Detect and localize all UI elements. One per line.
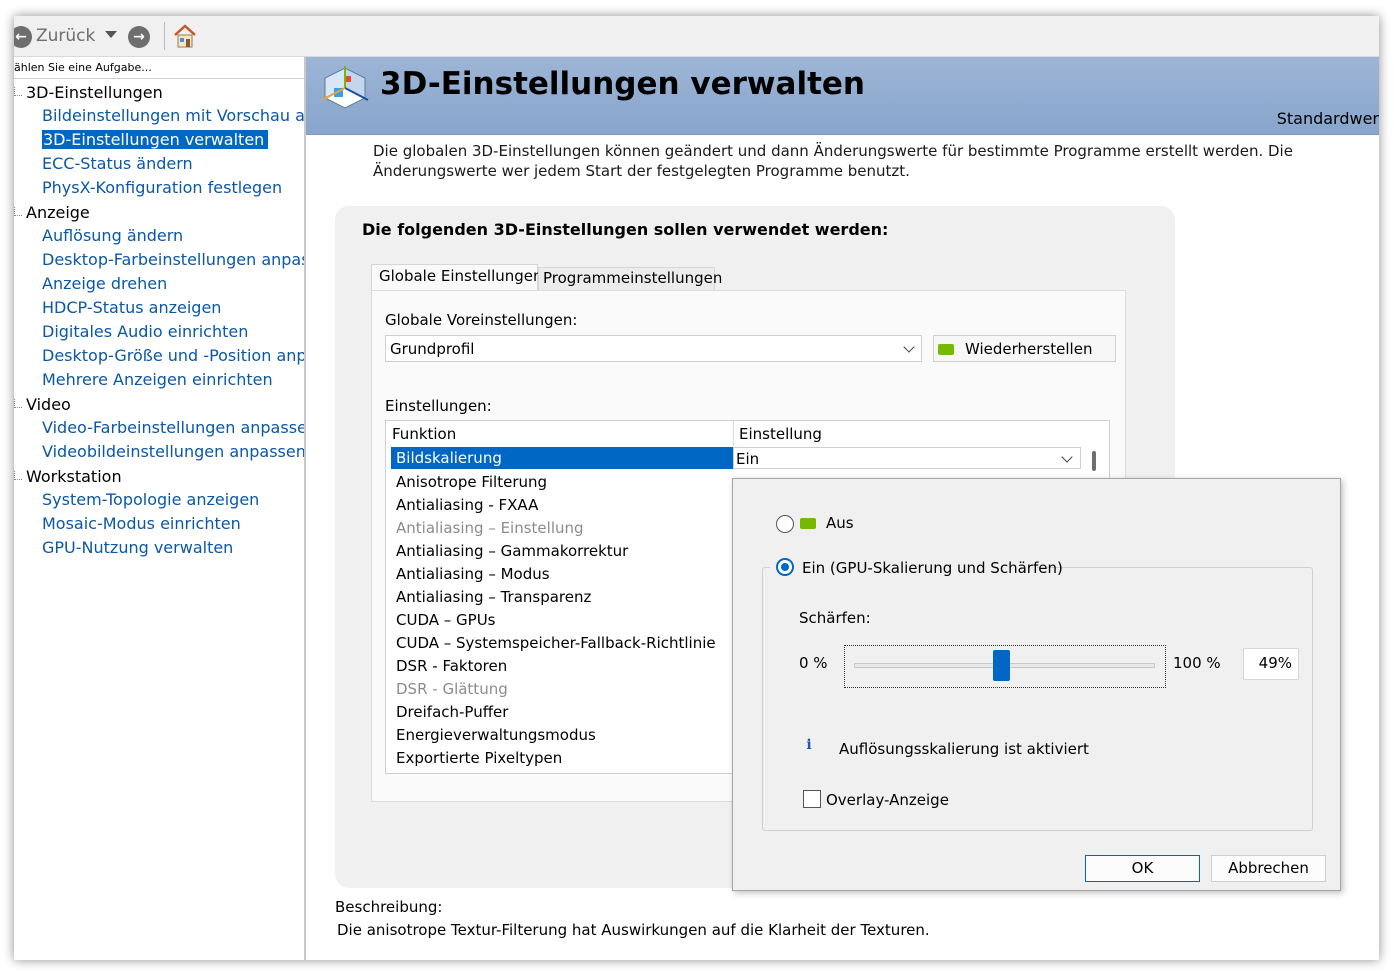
- nav-link-physx-configuration[interactable]: PhysX-Konfiguration festlegen: [42, 178, 282, 197]
- info-icon: i: [806, 737, 812, 753]
- row-function-name: Bildskalierung: [396, 449, 502, 467]
- settings-group-title: Die folgenden 3D-Einstellungen sollen ve…: [362, 220, 889, 239]
- slider-thumb[interactable]: [992, 650, 1010, 681]
- tree-branch-icon: [14, 207, 22, 216]
- tab-global-settings[interactable]: Globale Einstellungen: [371, 264, 543, 290]
- slider-max-label: 100 %: [1173, 654, 1221, 672]
- radio-off-label[interactable]: Aus: [826, 514, 854, 532]
- setting-value: Ein: [736, 450, 760, 468]
- settings-label: Einstellungen:: [385, 397, 492, 415]
- list-scrollbar[interactable]: [1092, 451, 1096, 471]
- restore-button-label: Wiederherstellen: [965, 340, 1093, 358]
- table-row[interactable]: CUDA – Systemspeicher-Fallback-Richtlini…: [396, 634, 716, 652]
- sharpen-value: 49%: [1258, 654, 1292, 672]
- nav-link-hdcp-status[interactable]: HDCP-Status anzeigen: [42, 298, 221, 317]
- chevron-down-icon: [903, 341, 915, 353]
- tree-category-3d-settings[interactable]: 3D-Einstellungen: [26, 83, 163, 102]
- nvidia-logo-icon: [938, 344, 954, 355]
- table-row[interactable]: Antialiasing – Transparenz: [396, 588, 591, 606]
- task-prompt: ählen Sie eine Aufgabe...: [14, 61, 152, 74]
- tree-branch-icon: [14, 399, 22, 408]
- tree-category-workstation[interactable]: Workstation: [26, 467, 122, 486]
- back-button-label[interactable]: Zurück: [36, 26, 95, 46]
- tree-branch-icon: [14, 87, 22, 96]
- global-preset-select[interactable]: Grundprofil: [385, 335, 922, 362]
- 3d-settings-icon: [321, 66, 369, 109]
- tree-category-video[interactable]: Video: [26, 395, 71, 414]
- sharpen-label: Schärfen:: [799, 609, 871, 627]
- restore-defaults-link[interactable]: Standardwer: [1277, 109, 1379, 128]
- nav-link-system-topology[interactable]: System-Topologie anzeigen: [42, 490, 259, 509]
- nav-link-manage-3d-settings[interactable]: 3D-Einstellungen verwalten: [42, 130, 269, 149]
- nav-link-digital-audio[interactable]: Digitales Audio einrichten: [42, 322, 248, 341]
- restore-button[interactable]: Wiederherstellen: [933, 335, 1116, 362]
- nav-link-multiple-displays[interactable]: Mehrere Anzeigen einrichten: [42, 370, 273, 389]
- table-row[interactable]: Anisotrope Filterung: [396, 473, 547, 491]
- nav-link-gpu-usage[interactable]: GPU-Nutzung verwalten: [42, 538, 233, 557]
- overlay-label[interactable]: Overlay-Anzeige: [826, 791, 949, 809]
- table-row[interactable]: Energieverwaltungsmodus: [396, 726, 596, 744]
- table-row[interactable]: Dreifach-Puffer: [396, 703, 508, 721]
- scaling-active-info: Auflösungsskalierung ist aktiviert: [839, 740, 1089, 758]
- back-arrow-icon[interactable]: ←: [14, 26, 32, 48]
- forward-arrow-icon[interactable]: →: [128, 26, 150, 48]
- task-tree: 3D-Einstellungen Bildeinstellungen mit V…: [14, 78, 304, 960]
- task-panel: ählen Sie eine Aufgabe... 3D-Einstellung…: [14, 57, 306, 960]
- radio-on-label[interactable]: Ein (GPU-Skalierung und Schärfen): [802, 559, 1063, 577]
- column-header-setting[interactable]: Einstellung: [739, 425, 822, 443]
- home-icon[interactable]: [172, 22, 198, 50]
- toolbar-separator: [164, 22, 165, 50]
- tab-program-settings[interactable]: Programmeinstellungen: [538, 267, 722, 290]
- nvidia-logo-icon: [800, 518, 816, 529]
- table-row[interactable]: Antialiasing – Gammakorrektur: [396, 542, 628, 560]
- table-row[interactable]: Antialiasing – Einstellung: [396, 519, 584, 537]
- intro-text: Die globalen 3D-Einstellungen können geä…: [373, 142, 1293, 180]
- table-row[interactable]: DSR - Faktoren: [396, 657, 507, 675]
- nav-link-rotate-display[interactable]: Anzeige drehen: [42, 274, 167, 293]
- table-row[interactable]: Antialiasing – Modus: [396, 565, 550, 583]
- nav-link-desktop-color-settings[interactable]: Desktop-Farbeinstellungen anpassen: [42, 250, 304, 269]
- tree-category-display[interactable]: Anzeige: [26, 203, 90, 222]
- nav-link-change-ecc-status[interactable]: ECC-Status ändern: [42, 154, 193, 173]
- table-row[interactable]: CUDA – GPUs: [396, 611, 496, 629]
- navigation-toolbar: ← Zurück →: [14, 16, 1379, 57]
- nav-link-change-resolution[interactable]: Auflösung ändern: [42, 226, 183, 245]
- global-preset-label: Globale Voreinstellungen:: [385, 311, 578, 329]
- scaling-options-popup: Aus Ein (GPU-Skalierung und Schärfen) Sc…: [732, 478, 1341, 891]
- nav-link-video-image-settings[interactable]: Videobildeinstellungen anpassen: [42, 442, 304, 461]
- column-header-function[interactable]: Funktion: [392, 425, 456, 443]
- chevron-down-icon: [1061, 451, 1073, 463]
- nav-link-desktop-size-position[interactable]: Desktop-Größe und -Position anpass: [42, 346, 304, 365]
- nav-link-video-color-settings[interactable]: Video-Farbeinstellungen anpassen: [42, 418, 304, 437]
- radio-off[interactable]: [776, 515, 794, 533]
- ok-button[interactable]: OK: [1085, 855, 1200, 882]
- table-row-selected[interactable]: Bildskalierung: [391, 447, 733, 469]
- table-row[interactable]: DSR - Glättung: [396, 680, 508, 698]
- cancel-button[interactable]: Abbrechen: [1211, 855, 1326, 882]
- history-dropdown-icon[interactable]: [105, 31, 117, 38]
- setting-value-select[interactable]: Ein: [733, 447, 1081, 469]
- page-title: 3D-Einstellungen verwalten: [380, 66, 865, 102]
- description-label: Beschreibung:: [335, 898, 443, 916]
- description-text: Die anisotrope Textur-Filterung hat Ausw…: [337, 921, 930, 939]
- table-row[interactable]: Exportierte Pixeltypen: [396, 749, 562, 767]
- slider-min-label: 0 %: [799, 654, 828, 672]
- overlay-checkbox[interactable]: [803, 790, 821, 808]
- radio-on-legend: Ein (GPU-Skalierung und Schärfen): [770, 555, 1063, 579]
- table-row[interactable]: Antialiasing - FXAA: [396, 496, 538, 514]
- nav-link-image-settings-preview[interactable]: Bildeinstellungen mit Vorschau anpas: [42, 106, 304, 125]
- radio-on[interactable]: [776, 558, 794, 576]
- sharpen-slider[interactable]: [844, 645, 1166, 688]
- column-divider: [733, 421, 734, 446]
- sharpen-value-field[interactable]: 49%: [1243, 648, 1299, 680]
- nav-link-mosaic-mode[interactable]: Mosaic-Modus einrichten: [42, 514, 241, 533]
- global-preset-value: Grundprofil: [390, 340, 475, 358]
- page-banner: 3D-Einstellungen verwalten Standardwer: [306, 57, 1379, 135]
- tree-branch-icon: [14, 471, 22, 480]
